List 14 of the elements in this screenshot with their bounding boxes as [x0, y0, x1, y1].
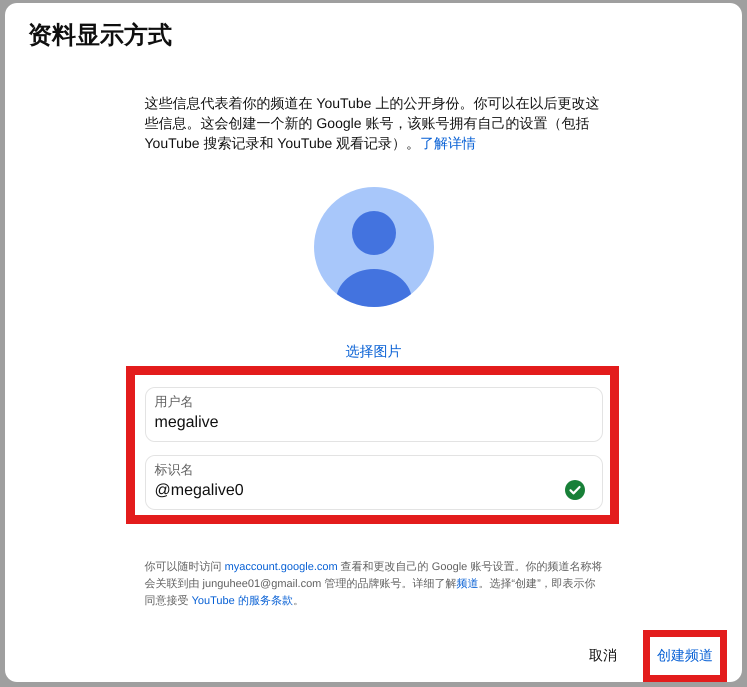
- create-button[interactable]: 创建频道: [650, 637, 720, 675]
- learn-more-link[interactable]: 了解详情: [420, 135, 476, 151]
- terms-text: 你可以随时访问 myaccount.google.com 查看和更改自己的 Google 账号设置。你的频道名称将会关联到由 junguhee01@gmail.com 管理的品牌账号。详细了解频道。选择“创建”，即表示你同意接受 YouTube 的服务条款。: [144, 560, 602, 609]
- text-link[interactable]: YouTube 的服务条款: [192, 595, 293, 607]
- dialog-title: 资料显示方式: [27, 21, 172, 51]
- check-circle-icon: [564, 480, 584, 500]
- text-link[interactable]: 频道: [456, 578, 478, 590]
- input-field[interactable]: 标识名 @megalive0: [144, 455, 602, 510]
- choose-picture-link[interactable]: 选择图片: [346, 341, 402, 361]
- input-field[interactable]: 用户名 megalive: [144, 387, 602, 442]
- avatar-icon: [314, 187, 434, 307]
- text-link[interactable]: myaccount.google.com: [224, 561, 338, 573]
- cancel-button[interactable]: 取消: [573, 637, 633, 675]
- intro-text: 这些信息代表着你的频道在 YouTube 上的公开身份。你可以在以后更改这些信息。这会创建一个新的 Google 账号，该账号拥有自己的设置（包括 YouTube 搜索记录和 YouTube 观看记录）。了解详情: [144, 94, 600, 153]
